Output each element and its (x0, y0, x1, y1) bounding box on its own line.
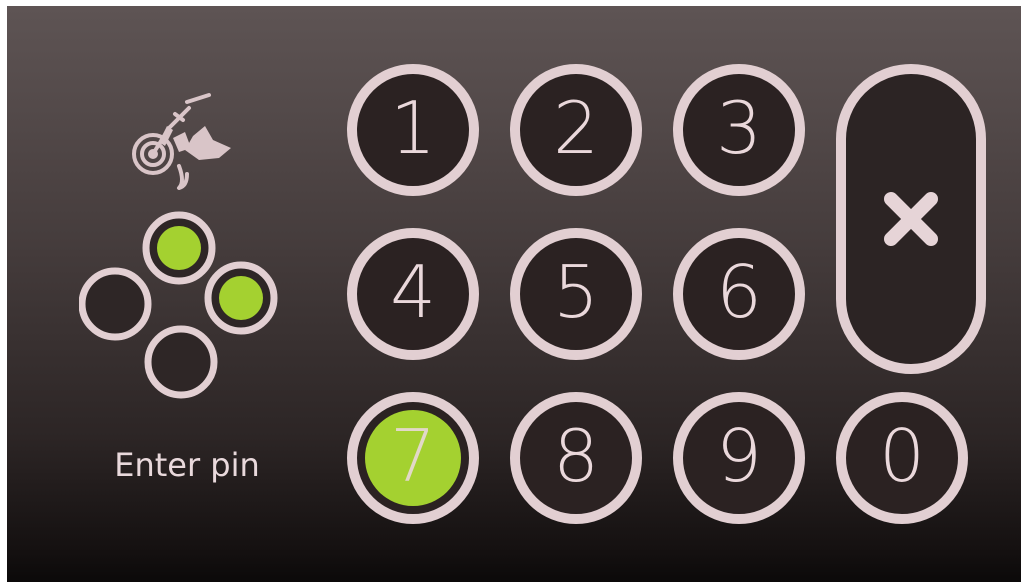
key-3-label: 3 (716, 86, 762, 170)
wheelchair-handbike-icon (132, 93, 231, 190)
key-0[interactable]: 0 (836, 392, 968, 524)
key-8-label: 8 (553, 414, 599, 498)
key-6-label: 6 (716, 250, 762, 334)
key-5-label: 5 (553, 250, 599, 334)
key-2[interactable]: 2 (510, 64, 642, 196)
pin-dot-left (79, 267, 152, 341)
key-9[interactable]: 9 (673, 392, 805, 524)
key-1-label: 1 (390, 86, 436, 170)
pin-entry-screen: Enter pin 1 2 3 4 5 6 7 8 9 0 (7, 6, 1021, 582)
key-7[interactable]: 7 (347, 392, 479, 524)
delete-button[interactable] (836, 64, 986, 374)
enter-pin-label: Enter pin (114, 446, 260, 484)
pin-dot-bottom (144, 325, 218, 399)
key-2-label: 2 (553, 86, 599, 170)
key-1[interactable]: 1 (347, 64, 479, 196)
key-5[interactable]: 5 (510, 228, 642, 360)
key-4[interactable]: 4 (347, 228, 479, 360)
key-7-label: 7 (390, 414, 436, 498)
key-6[interactable]: 6 (673, 228, 805, 360)
key-8[interactable]: 8 (510, 392, 642, 524)
close-icon (884, 192, 938, 246)
pin-dot-top-fill (157, 226, 201, 270)
pin-dot-right-fill (219, 276, 263, 320)
key-4-label: 4 (390, 250, 436, 334)
key-9-label: 9 (716, 414, 762, 498)
pin-progress-indicator (79, 211, 278, 399)
key-0-label: 0 (879, 414, 925, 498)
key-3[interactable]: 3 (673, 64, 805, 196)
